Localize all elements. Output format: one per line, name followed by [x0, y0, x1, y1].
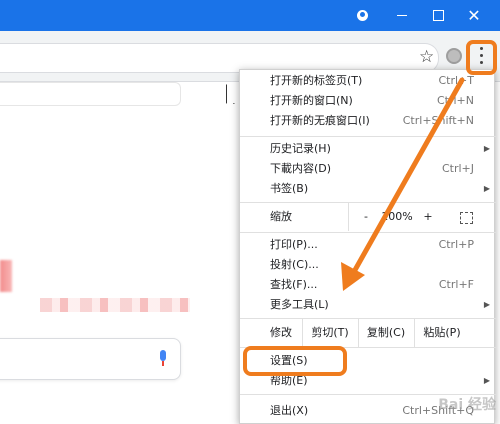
arrow-shaft [352, 77, 465, 273]
watermark: Bai 经验 [438, 397, 496, 413]
annotation-arrow [341, 77, 465, 291]
arrow-head [341, 262, 365, 291]
